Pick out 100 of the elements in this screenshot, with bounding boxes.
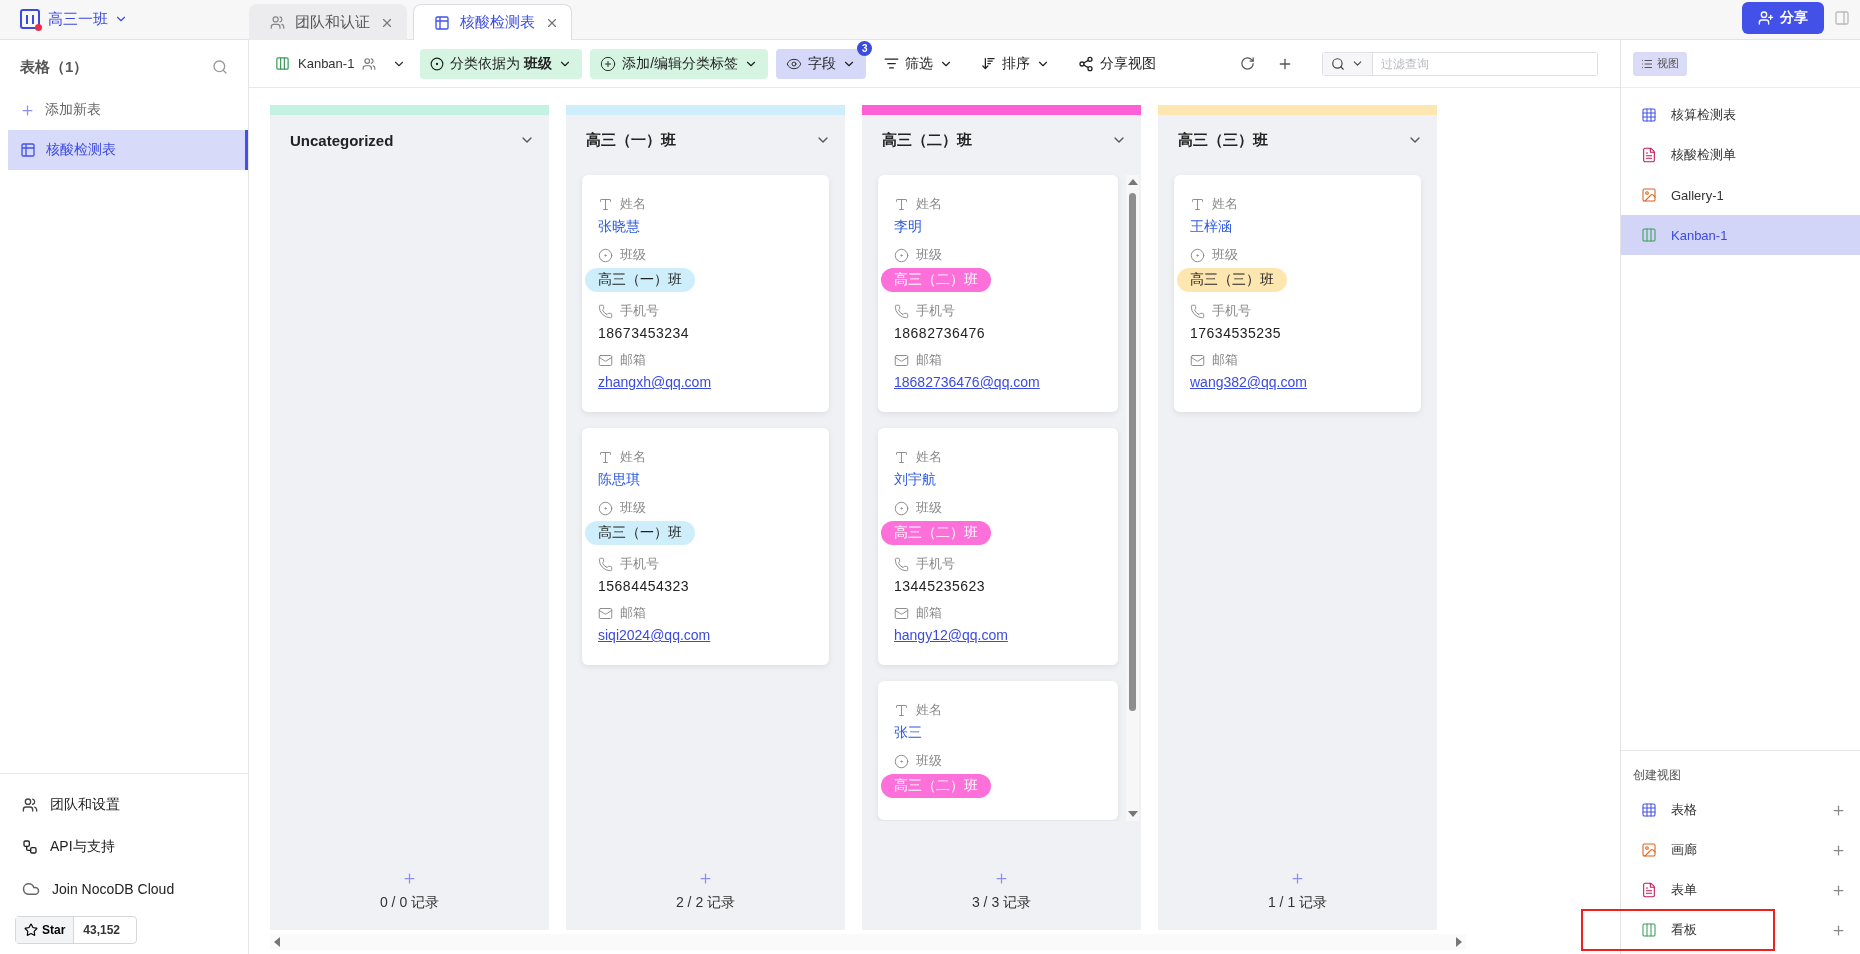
table-item[interactable]: 核酸检测表 bbox=[8, 130, 248, 170]
view-item[interactable]: 核酸检测单 bbox=[1621, 135, 1860, 175]
add-record-button[interactable] bbox=[402, 871, 417, 886]
form-icon bbox=[1641, 147, 1657, 163]
field-label: 手机号 bbox=[894, 553, 1102, 575]
plus-icon bbox=[1831, 882, 1846, 898]
email-link[interactable]: hangy12@qq.com bbox=[894, 627, 1102, 643]
field-label: 手机号 bbox=[1190, 300, 1405, 322]
record-count: 1 / 1 记录 bbox=[1267, 894, 1328, 912]
share-button[interactable]: 分享 bbox=[1742, 1, 1824, 34]
record-card[interactable]: 姓名 王梓涵 班级 高三（三）班 手机号 17634535235 邮箱 wang382@qq.com bbox=[1174, 175, 1421, 412]
create-view-item[interactable]: 表格 bbox=[1621, 790, 1860, 830]
phone-icon bbox=[598, 303, 613, 319]
search-field[interactable]: 过滤查询 bbox=[1322, 51, 1599, 76]
scrollbar[interactable] bbox=[1126, 175, 1139, 821]
field-label: 班级 bbox=[1190, 244, 1405, 266]
mail-icon bbox=[1190, 352, 1205, 368]
table-icon bbox=[434, 14, 450, 31]
sidebar-link[interactable]: 团队和设置 bbox=[0, 784, 248, 826]
phone-value: 13445235623 bbox=[894, 578, 987, 594]
phone-value: 18682736476 bbox=[894, 325, 987, 341]
star-button[interactable]: Star bbox=[16, 917, 75, 943]
class-tag: 高三（二）班 bbox=[881, 268, 991, 292]
columns-icon bbox=[1641, 922, 1657, 938]
name-value: 刘宇航 bbox=[894, 471, 937, 489]
text-type-icon bbox=[1190, 196, 1205, 212]
add-table-button[interactable]: 添加新表 bbox=[0, 90, 248, 130]
users-icon bbox=[362, 56, 377, 71]
email-link[interactable]: wang382@qq.com bbox=[1190, 374, 1405, 390]
sidebar-link[interactable]: Join NocoDB Cloud bbox=[0, 868, 248, 910]
share-view-button[interactable]: 分享视图 bbox=[1068, 48, 1167, 79]
tab[interactable]: 核酸检测表 bbox=[413, 4, 572, 40]
view-item[interactable]: 核算检测表 bbox=[1621, 95, 1860, 135]
field-label: 姓名 bbox=[598, 193, 813, 215]
column-title: Uncategorized bbox=[290, 131, 394, 149]
grid-icon bbox=[1641, 107, 1657, 123]
panel-toggle-icon[interactable] bbox=[1834, 9, 1850, 26]
group-by-button[interactable]: 分类依据为 班级 bbox=[420, 48, 583, 79]
filter-button[interactable]: 筛选 bbox=[874, 48, 964, 79]
class-tag: 高三（三）班 bbox=[1177, 268, 1287, 292]
create-view-item[interactable]: 看板 bbox=[1621, 910, 1860, 950]
class-tag: 高三（一）班 bbox=[585, 521, 695, 545]
phone-value: 17634535235 bbox=[1190, 325, 1283, 341]
radio-icon bbox=[598, 247, 613, 263]
view-item[interactable]: Kanban-1 bbox=[1621, 215, 1860, 255]
name-value: 李明 bbox=[894, 218, 923, 236]
field-label: 班级 bbox=[598, 497, 813, 519]
tab[interactable]: 团队和认证 bbox=[249, 4, 407, 40]
email-link[interactable]: zhangxh@qq.com bbox=[598, 374, 813, 390]
field-label: 班级 bbox=[894, 497, 1102, 519]
field-label: 姓名 bbox=[894, 193, 1102, 215]
name-value: 王梓涵 bbox=[1190, 218, 1233, 236]
add-record-button[interactable] bbox=[698, 871, 713, 886]
record-card[interactable]: 姓名 陈思琪 班级 高三（一）班 手机号 15684454323 邮箱 siqi2024@qq.com bbox=[582, 428, 829, 665]
sort-button[interactable]: 排序 bbox=[971, 48, 1061, 79]
users-icon bbox=[22, 797, 38, 813]
plus-icon bbox=[1831, 922, 1846, 938]
class-tag: 高三（二）班 bbox=[881, 774, 991, 798]
field-label: 姓名 bbox=[1190, 193, 1405, 215]
phone-value: 18673453234 bbox=[598, 325, 691, 341]
radio-icon bbox=[894, 500, 909, 516]
record-card[interactable]: 姓名 张三 班级 高三（二）班 bbox=[878, 681, 1118, 820]
search-field-selector[interactable] bbox=[1323, 52, 1374, 75]
add-record-button[interactable] bbox=[1290, 871, 1305, 886]
text-type-icon bbox=[598, 449, 613, 465]
email-link[interactable]: 18682736476@qq.com bbox=[894, 374, 1102, 390]
add-record-button[interactable] bbox=[994, 871, 1009, 886]
radio-icon bbox=[894, 247, 909, 263]
field-label: 姓名 bbox=[894, 699, 1102, 721]
class-tag: 高三（一）班 bbox=[585, 268, 695, 292]
mail-icon bbox=[598, 352, 613, 368]
text-type-icon bbox=[598, 196, 613, 212]
record-card[interactable]: 姓名 李明 班级 高三（二）班 手机号 18682736476 邮箱 18682736476@qq.com bbox=[878, 175, 1118, 412]
create-view-item[interactable]: 画廊 bbox=[1621, 830, 1860, 870]
views-toggle[interactable]: 视图 bbox=[1633, 51, 1687, 76]
tab-label: 团队和认证 bbox=[295, 13, 370, 32]
field-label: 邮箱 bbox=[1190, 349, 1405, 371]
record-card[interactable]: 姓名 张晓慧 班级 高三（一）班 手机号 18673453234 邮箱 zhangxh@qq.com bbox=[582, 175, 829, 412]
star-count: 43,152 bbox=[82, 922, 122, 939]
horizontal-scrollbar[interactable] bbox=[270, 934, 1466, 950]
section-title: 创建视图 bbox=[1632, 767, 1682, 784]
view-item[interactable]: Gallery-1 bbox=[1621, 175, 1860, 215]
sidebar-link[interactable]: API与支持 bbox=[0, 826, 248, 868]
field-label: 班级 bbox=[598, 244, 813, 266]
class-tag: 高三（二）班 bbox=[881, 521, 991, 545]
edit-labels-button[interactable]: 添加/编辑分类标签 bbox=[590, 48, 769, 79]
create-view-item[interactable]: 表单 bbox=[1621, 870, 1860, 910]
record-card[interactable]: 姓名 刘宇航 班级 高三（二）班 手机号 13445235623 邮箱 hangy12@qq.com bbox=[878, 428, 1118, 665]
field-label: 邮箱 bbox=[894, 349, 1102, 371]
search-icon[interactable] bbox=[212, 59, 228, 75]
sidebar-title: 表格（1） bbox=[20, 57, 89, 77]
star-icon bbox=[24, 923, 38, 937]
email-link[interactable]: siqi2024@qq.com bbox=[598, 627, 813, 643]
view-selector[interactable]: Kanban-1 bbox=[269, 56, 413, 71]
column-title: 高三（二）班 bbox=[882, 130, 972, 150]
workspace-menu[interactable]: 高三一班 bbox=[48, 9, 128, 29]
logo-icon bbox=[20, 9, 40, 29]
phone-value: 15684454323 bbox=[598, 578, 691, 594]
columns-icon bbox=[275, 56, 290, 71]
columns-icon bbox=[1641, 227, 1657, 243]
